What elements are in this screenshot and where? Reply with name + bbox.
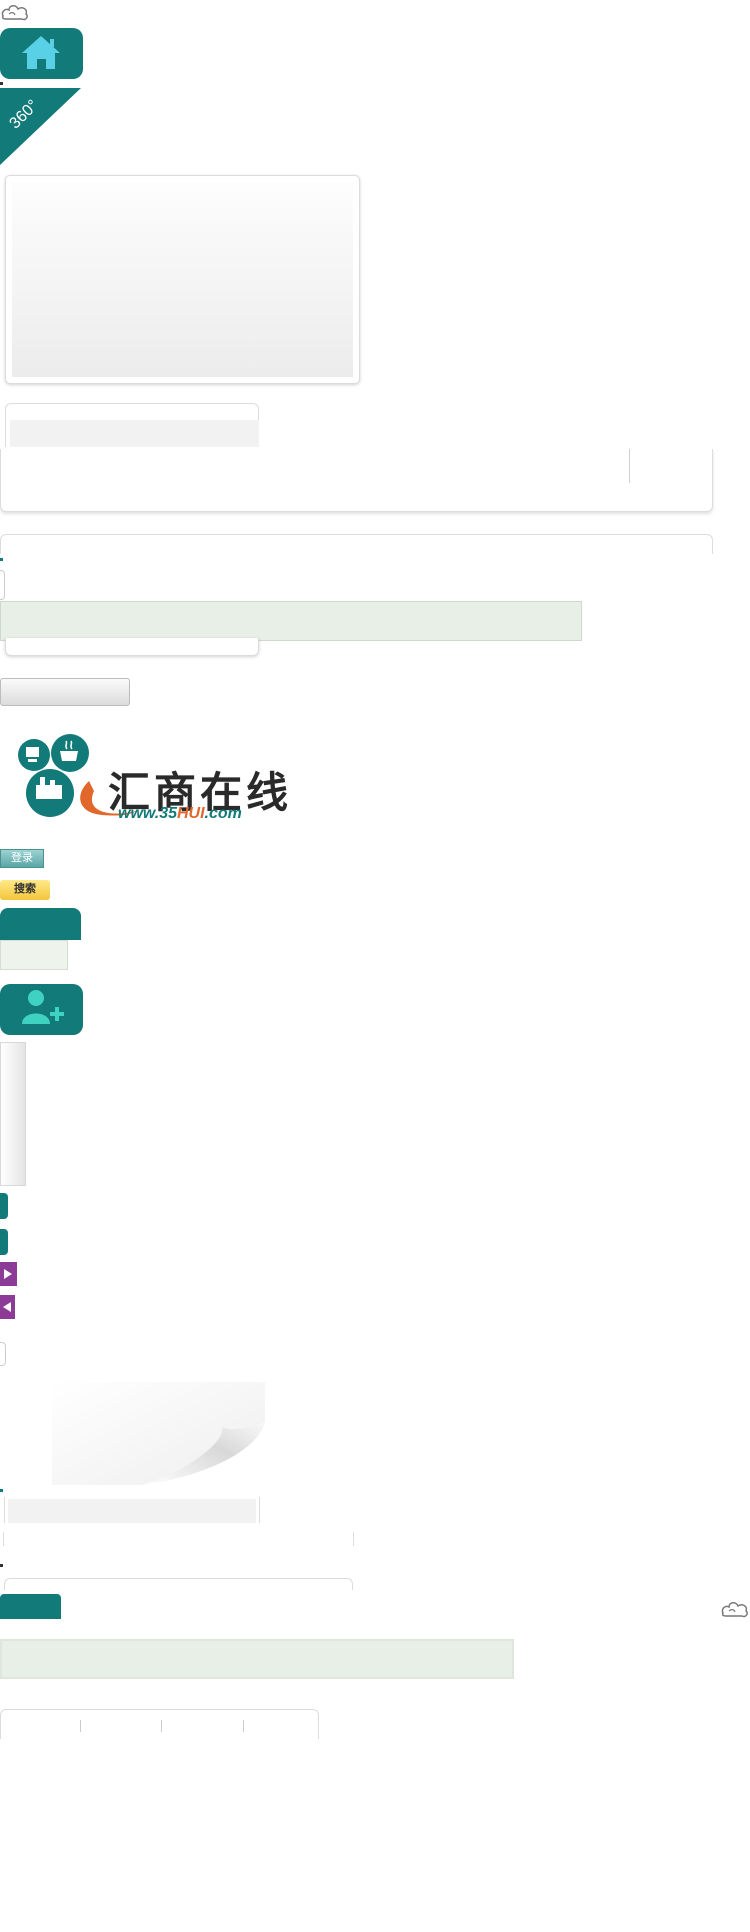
small-panel-top <box>5 403 259 447</box>
home-icon <box>22 36 60 69</box>
small-panel-2 <box>4 1497 260 1523</box>
page-curl-graphic <box>52 1382 265 1485</box>
teal-side-tab-2[interactable] <box>0 1229 8 1255</box>
logo-url-suffix: .com <box>204 805 242 822</box>
cloud-ornament-top <box>0 0 30 24</box>
gray-gradient-button[interactable] <box>0 678 130 706</box>
page-curl-image <box>52 1382 265 1485</box>
arrow-left-icon <box>3 1302 11 1312</box>
notice-panel <box>0 601 582 641</box>
next-arrow-button[interactable] <box>0 1262 17 1286</box>
notice-panel-2 <box>0 1639 514 1679</box>
panel-header-strip <box>10 420 259 447</box>
tab-divider-3 <box>243 1720 244 1732</box>
cloud-icon <box>721 1602 748 1618</box>
badge-360[interactable]: 360° <box>0 88 81 165</box>
home-button[interactable] <box>0 28 83 79</box>
teal-tab[interactable] <box>0 908 81 940</box>
tab-divider-1 <box>80 1720 81 1732</box>
search-button[interactable]: 搜索 <box>0 880 50 900</box>
tab-divider-2 <box>161 1720 162 1732</box>
left-edge-bracket <box>0 1342 6 1366</box>
cloud-icon <box>1 5 28 21</box>
image-frame <box>5 175 360 384</box>
tab-content-box <box>0 940 68 970</box>
vertical-scroll-panel[interactable] <box>0 1042 26 1186</box>
left-edge-line <box>0 570 5 600</box>
rounded-bar <box>4 1578 353 1590</box>
bullet-dot <box>0 82 3 85</box>
bullet-dot-2 <box>0 558 3 561</box>
small-panel-bottom <box>5 638 259 656</box>
teal-side-tab-1[interactable] <box>0 1193 8 1219</box>
cloud-ornament-right <box>720 1597 750 1621</box>
bullet-dot-4 <box>0 1564 3 1567</box>
logo-url: www.35HUI.com <box>118 805 242 823</box>
tab-bar <box>0 1709 319 1739</box>
thin-row <box>3 1532 354 1546</box>
wide-panel-1 <box>0 449 713 512</box>
logo-url-accent: HUI <box>176 805 205 822</box>
teal-tab-2[interactable] <box>0 1594 61 1619</box>
add-user-icon <box>22 990 64 1024</box>
logo-url-prefix: www.35 <box>118 805 177 822</box>
login-button[interactable]: 登录 <box>0 849 44 868</box>
add-user-button[interactable] <box>0 984 83 1035</box>
vertical-divider <box>629 449 630 483</box>
site-logo[interactable]: 汇商在线 www.35HUI.com <box>14 733 288 835</box>
arrow-right-icon <box>4 1269 12 1279</box>
panel-2-strip <box>8 1499 256 1523</box>
bullet-dot-3 <box>0 1489 3 1492</box>
wide-panel-2 <box>0 534 713 554</box>
image-placeholder <box>12 182 353 377</box>
prev-arrow-button[interactable] <box>0 1295 15 1319</box>
